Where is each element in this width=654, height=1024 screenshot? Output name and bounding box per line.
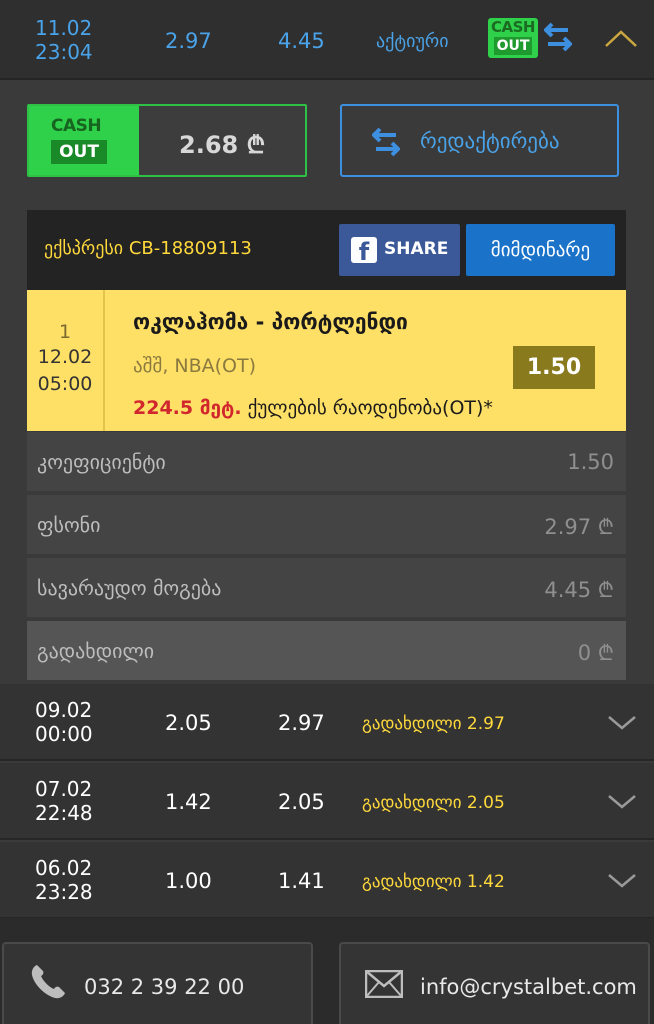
history-row[interactable]: 07.02 22:48 1.42 2.05 გადახდილი 2.05 xyxy=(0,763,654,840)
history-possible-win: 2.05 xyxy=(278,790,325,814)
detail-row-coefficient: კოეფიციენტი 1.50 xyxy=(27,432,626,493)
share-button[interactable]: f SHARE xyxy=(339,224,460,276)
event-number: 1 xyxy=(58,321,72,343)
event-card: 1 12.02 05:00 ოკლაჰომა - პორტლენდი აშშ, … xyxy=(27,290,626,431)
bet-date: 11.02 xyxy=(35,16,93,40)
history-stake: 1.00 xyxy=(165,869,212,893)
current-status-badge[interactable]: მიმდინარე xyxy=(466,224,615,276)
bet-status: აქტიური xyxy=(376,31,449,52)
history-date: 09.02 xyxy=(35,698,93,722)
ticket-id: ექსპრესი CB-18809113 xyxy=(44,238,252,259)
detail-label: სავარაუდო მოგება xyxy=(37,576,222,600)
facebook-icon: f xyxy=(351,237,377,266)
email-contact-button[interactable]: info@crystalbet.com xyxy=(339,942,650,1024)
bet-possible-win: 4.45 xyxy=(278,29,325,53)
chevron-down-icon[interactable] xyxy=(607,713,637,731)
cashout-badge: CASH OUT xyxy=(29,106,139,175)
history-time: 00:00 xyxy=(35,722,93,746)
cash-label: CASH xyxy=(491,18,535,36)
event-index-date: 1 12.02 05:00 xyxy=(27,290,105,431)
history-status: გადახდილი 1.42 xyxy=(362,872,505,892)
event-market: 224.5 მეტ. ქულების რაოდენობა(OT)* xyxy=(133,397,493,419)
detail-value: 4.45 ₾ xyxy=(544,578,614,602)
history-datetime: 06.02 23:28 xyxy=(35,856,93,904)
event-time: 05:00 xyxy=(37,373,93,395)
detail-row-possible-win: სავარაუდო მოგება 4.45 ₾ xyxy=(27,558,626,619)
phone-icon xyxy=(31,965,65,999)
cashout-amount: 2.68 ₾ xyxy=(179,131,266,159)
mail-icon xyxy=(365,970,403,998)
history-datetime: 07.02 22:48 xyxy=(35,777,93,825)
email-address: info@crystalbet.com xyxy=(420,975,637,999)
history-status: გადახდილი 2.97 xyxy=(362,714,505,734)
detail-label: გადახდილი xyxy=(37,639,155,663)
bet-datetime: 11.02 23:04 xyxy=(35,16,93,64)
chevron-down-icon[interactable] xyxy=(607,792,637,810)
history-status: გადახდილი 2.05 xyxy=(362,793,505,813)
market-value: 224.5 მეტ. xyxy=(133,397,242,419)
detail-row-stake: ფსონი 2.97 ₾ xyxy=(27,495,626,556)
history-possible-win: 1.41 xyxy=(278,869,325,893)
history-row[interactable]: 09.02 00:00 2.05 2.97 გადახდილი 2.97 xyxy=(0,684,654,761)
bet-header-row[interactable]: 11.02 23:04 2.97 4.45 აქტიური CASH OUT xyxy=(0,0,654,80)
event-date: 12.02 xyxy=(37,346,93,368)
cashout-button[interactable]: CASH OUT 2.68 ₾ xyxy=(27,104,307,177)
cashout-mini-badge[interactable]: CASH OUT xyxy=(488,18,538,58)
detail-value: 2.97 ₾ xyxy=(544,515,614,539)
share-label: SHARE xyxy=(384,239,449,259)
history-row[interactable]: 06.02 23:28 1.00 1.41 გადახდილი 1.42 xyxy=(0,842,654,919)
swap-arrows-icon[interactable] xyxy=(544,20,572,54)
footer: 032 2 39 22 00 info@crystalbet.com xyxy=(0,918,654,1024)
detail-value: 0 ₾ xyxy=(577,641,614,665)
event-odds: 1.50 xyxy=(513,346,595,389)
event-league: აშშ, NBA(OT) xyxy=(133,355,257,377)
history-possible-win: 2.97 xyxy=(278,711,325,735)
chevron-down-icon[interactable] xyxy=(607,871,637,889)
phone-number: 032 2 39 22 00 xyxy=(84,975,245,999)
cash-label: CASH xyxy=(51,116,102,136)
ticket-header: ექსპრესი CB-18809113 f SHARE მიმდინარე xyxy=(27,210,626,290)
bet-time: 23:04 xyxy=(35,40,93,64)
detail-label: კოეფიციენტი xyxy=(37,450,166,474)
history-time: 23:28 xyxy=(35,880,93,904)
edit-button-label: რედაქტირება xyxy=(420,129,560,153)
edit-button[interactable]: რედაქტირება xyxy=(340,104,619,177)
history-stake: 2.05 xyxy=(165,711,212,735)
swap-arrows-icon xyxy=(372,127,400,157)
bet-details-panel: CASH OUT 2.68 ₾ რედაქტირება ექსპრესი CB-… xyxy=(0,82,654,684)
history-date: 06.02 xyxy=(35,856,93,880)
detail-value: 1.50 xyxy=(567,450,614,474)
history-date: 07.02 xyxy=(35,777,93,801)
detail-row-paid: გადახდილი 0 ₾ xyxy=(27,621,626,682)
phone-contact-button[interactable]: 032 2 39 22 00 xyxy=(2,942,313,1024)
market-name: ქულების რაოდენობა(OT)* xyxy=(241,397,493,419)
history-stake: 1.42 xyxy=(165,790,212,814)
history-datetime: 09.02 00:00 xyxy=(35,698,93,746)
event-title: ოკლაჰომა - პორტლენდი xyxy=(133,310,408,334)
out-label: OUT xyxy=(494,37,532,55)
out-label: OUT xyxy=(51,140,107,164)
history-time: 22:48 xyxy=(35,801,93,825)
bet-stake: 2.97 xyxy=(165,29,212,53)
detail-label: ფსონი xyxy=(37,513,101,537)
chevron-up-icon[interactable] xyxy=(604,28,638,50)
